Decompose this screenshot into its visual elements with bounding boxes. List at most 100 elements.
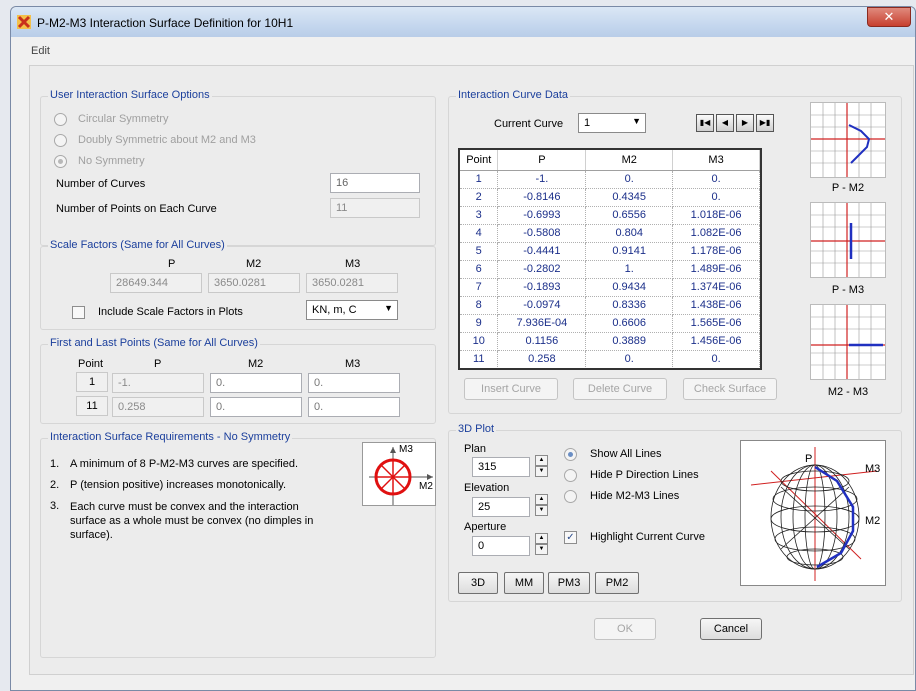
cell-p[interactable]: -0.1893 xyxy=(497,278,587,297)
cell-m2[interactable]: 0.9434 xyxy=(585,278,674,297)
cell-point[interactable]: 8 xyxy=(460,296,499,315)
num-curves-input[interactable]: 16 xyxy=(330,173,420,193)
thumb-m2-m3[interactable] xyxy=(810,304,886,380)
cell-point[interactable]: 2 xyxy=(460,188,499,207)
close-button[interactable]: ✕ xyxy=(867,7,911,27)
cell-point[interactable]: 11 xyxy=(460,350,499,368)
current-curve-dropdown[interactable]: 1 ▼ xyxy=(578,113,646,133)
last-point-m2[interactable]: 0. xyxy=(210,397,302,417)
cell-point[interactable]: 6 xyxy=(460,260,499,279)
plot3d-view[interactable]: P M3 M2 xyxy=(740,440,886,586)
spin-up-icon[interactable]: ▲ xyxy=(535,533,548,544)
cell-p[interactable]: -0.5808 xyxy=(497,224,587,243)
prev-curve-button[interactable]: ◀ xyxy=(716,114,734,132)
thumb-p-m3[interactable] xyxy=(810,202,886,278)
cell-p[interactable]: -1. xyxy=(497,170,587,189)
cell-m3[interactable]: 0. xyxy=(672,350,760,368)
cell-point[interactable]: 9 xyxy=(460,314,499,333)
cell-m2[interactable]: 0.6606 xyxy=(585,314,674,333)
cell-m3[interactable]: 1.456E-06 xyxy=(672,332,760,351)
cell-m2[interactable]: 0.804 xyxy=(585,224,674,243)
cell-m3[interactable]: 1.018E-06 xyxy=(672,206,760,225)
ok-button[interactable]: OK xyxy=(594,618,656,640)
first-point-m3[interactable]: 0. xyxy=(308,373,400,393)
view-mm-button[interactable]: MM xyxy=(504,572,544,594)
last-curve-button[interactable]: ▶▮ xyxy=(756,114,774,132)
first-point-p[interactable]: -1. xyxy=(112,373,204,393)
check-surface-button[interactable]: Check Surface xyxy=(683,378,777,400)
table-row[interactable]: 7 -0.1893 0.9434 1.374E-06 xyxy=(460,278,760,297)
cell-p[interactable]: -0.2802 xyxy=(497,260,587,279)
units-dropdown[interactable]: KN, m, C ▼ xyxy=(306,300,398,320)
table-row[interactable]: 8 -0.0974 0.8336 1.438E-06 xyxy=(460,296,760,315)
cell-point[interactable]: 7 xyxy=(460,278,499,297)
radio-show-all-lines[interactable] xyxy=(564,448,577,461)
spin-down-icon[interactable]: ▼ xyxy=(535,466,548,477)
cell-m2[interactable]: 0.6556 xyxy=(585,206,674,225)
view-pm3-button[interactable]: PM3 xyxy=(548,572,590,594)
radio-no-symmetry[interactable] xyxy=(54,155,67,168)
radio-circular-symmetry[interactable] xyxy=(54,113,67,126)
title-bar[interactable]: P-M2-M3 Interaction Surface Definition f… xyxy=(11,7,915,37)
table-row[interactable]: 5 -0.4441 0.9141 1.178E-06 xyxy=(460,242,760,261)
cell-p[interactable]: 7.936E-04 xyxy=(497,314,587,333)
cell-m2[interactable]: 0.9141 xyxy=(585,242,674,261)
insert-curve-button[interactable]: Insert Curve xyxy=(464,378,558,400)
spin-up-icon[interactable]: ▲ xyxy=(535,494,548,505)
table-row[interactable]: 6 -0.2802 1. 1.489E-06 xyxy=(460,260,760,279)
menu-edit[interactable]: Edit xyxy=(31,45,50,57)
highlight-checkbox[interactable]: ✓ xyxy=(564,531,577,544)
scale-m3-input[interactable]: 3650.0281 xyxy=(306,273,398,293)
spin-down-icon[interactable]: ▼ xyxy=(535,505,548,516)
aperture-spinner[interactable]: ▲ ▼ xyxy=(535,533,548,555)
cell-p[interactable]: -0.8146 xyxy=(497,188,587,207)
last-point-m3[interactable]: 0. xyxy=(308,397,400,417)
elevation-input[interactable]: 25 xyxy=(472,497,530,517)
table-row[interactable]: 9 7.936E-04 0.6606 1.565E-06 xyxy=(460,314,760,333)
cell-m2[interactable]: 1. xyxy=(585,260,674,279)
first-curve-button[interactable]: ▮◀ xyxy=(696,114,714,132)
table-row[interactable]: 11 0.258 0. 0. xyxy=(460,350,760,368)
cell-m3[interactable]: 1.178E-06 xyxy=(672,242,760,261)
cell-m3[interactable]: 0. xyxy=(672,188,760,207)
cell-m3[interactable]: 0. xyxy=(672,170,760,189)
cell-m3[interactable]: 1.438E-06 xyxy=(672,296,760,315)
aperture-input[interactable]: 0 xyxy=(472,536,530,556)
cell-m2[interactable]: 0.3889 xyxy=(585,332,674,351)
plan-input[interactable]: 315 xyxy=(472,457,530,477)
plan-spinner[interactable]: ▲ ▼ xyxy=(535,455,548,477)
spin-down-icon[interactable]: ▼ xyxy=(535,544,548,555)
cell-point[interactable]: 3 xyxy=(460,206,499,225)
radio-doubly-symmetric[interactable] xyxy=(54,134,67,147)
view-pm2-button[interactable]: PM2 xyxy=(595,572,639,594)
cell-p[interactable]: 0.1156 xyxy=(497,332,587,351)
radio-hide-m2m3-lines[interactable] xyxy=(564,490,577,503)
cell-point[interactable]: 4 xyxy=(460,224,499,243)
table-row[interactable]: 2 -0.8146 0.4345 0. xyxy=(460,188,760,207)
cell-point[interactable]: 10 xyxy=(460,332,499,351)
last-point-p[interactable]: 0.258 xyxy=(112,397,204,417)
view-3d-button[interactable]: 3D xyxy=(458,572,498,594)
table-row[interactable]: 1 -1. 0. 0. xyxy=(460,170,760,189)
cell-m2[interactable]: 0. xyxy=(585,170,674,189)
include-scale-checkbox[interactable] xyxy=(72,306,85,319)
cell-m3[interactable]: 1.374E-06 xyxy=(672,278,760,297)
cell-m2[interactable]: 0. xyxy=(585,350,674,368)
cell-p[interactable]: -0.6993 xyxy=(497,206,587,225)
radio-hide-p-lines[interactable] xyxy=(564,469,577,482)
cell-p[interactable]: -0.4441 xyxy=(497,242,587,261)
scale-p-input[interactable]: 28649.344 xyxy=(110,273,202,293)
cancel-button[interactable]: Cancel xyxy=(700,618,762,640)
cell-p[interactable]: -0.0974 xyxy=(497,296,587,315)
elevation-spinner[interactable]: ▲ ▼ xyxy=(535,494,548,516)
cell-m3[interactable]: 1.082E-06 xyxy=(672,224,760,243)
thumb-p-m2[interactable] xyxy=(810,102,886,178)
next-curve-button[interactable]: ▶ xyxy=(736,114,754,132)
cell-point[interactable]: 1 xyxy=(460,170,499,189)
table-row[interactable]: 3 -0.6993 0.6556 1.018E-06 xyxy=(460,206,760,225)
cell-p[interactable]: 0.258 xyxy=(497,350,587,368)
cell-m2[interactable]: 0.8336 xyxy=(585,296,674,315)
num-points-input[interactable]: 11 xyxy=(330,198,420,218)
cell-m3[interactable]: 1.489E-06 xyxy=(672,260,760,279)
first-point-m2[interactable]: 0. xyxy=(210,373,302,393)
